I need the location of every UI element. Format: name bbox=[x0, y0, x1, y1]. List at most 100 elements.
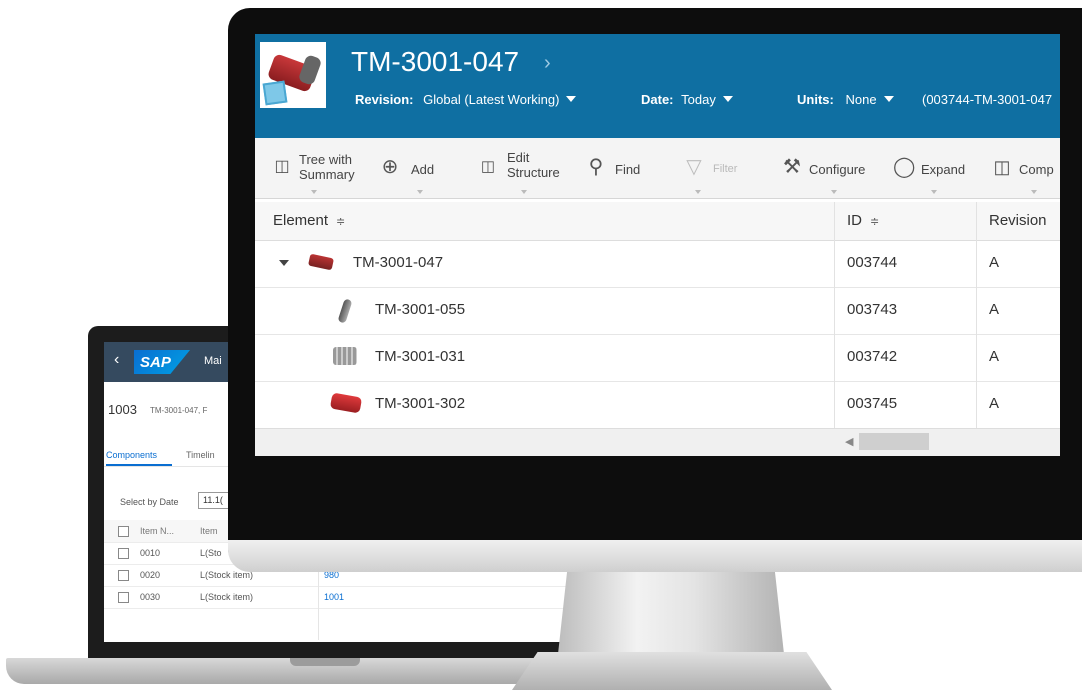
element-name[interactable]: TM-3001-047 bbox=[353, 254, 443, 271]
units-selector[interactable]: Units: None bbox=[797, 92, 894, 107]
expand-icon: ◯ bbox=[893, 156, 916, 178]
units-value: None bbox=[845, 92, 877, 107]
dropdown-indicator-icon bbox=[521, 190, 527, 194]
filter-icon: ▽ bbox=[686, 156, 702, 178]
column-divider bbox=[834, 202, 835, 428]
table-row[interactable]: TM-3001-047 003744 A bbox=[255, 240, 1060, 288]
column-header-element[interactable]: Element ≑ bbox=[273, 212, 345, 229]
tab-timeline[interactable]: Timelin bbox=[186, 450, 215, 460]
column-header-id-label: ID bbox=[847, 212, 862, 229]
scroll-left-icon[interactable]: ◀ bbox=[845, 435, 853, 448]
sort-icon[interactable]: ≑ bbox=[336, 216, 345, 228]
element-revision: A bbox=[989, 348, 1000, 365]
select-all-checkbox[interactable] bbox=[118, 526, 129, 537]
scrollbar-thumb[interactable] bbox=[859, 433, 929, 450]
element-id: 003743 bbox=[847, 301, 898, 318]
caret-down-icon bbox=[883, 96, 894, 102]
configure-icon: ⚒ bbox=[783, 156, 801, 178]
revision-value: Global (Latest Working) bbox=[423, 92, 560, 107]
element-id: 003744 bbox=[847, 254, 898, 271]
element-name[interactable]: TM-3001-055 bbox=[375, 301, 465, 318]
caret-down-icon bbox=[566, 96, 577, 102]
table-row[interactable]: TM-3001-055 003743 A bbox=[255, 287, 1060, 335]
object-title: 1003 bbox=[108, 402, 137, 417]
context-text: (003744-TM-3001-047 bbox=[922, 92, 1053, 107]
tree-summary-line1: Tree with bbox=[299, 152, 352, 167]
motor-cap-image bbox=[297, 54, 323, 86]
cube-icon bbox=[262, 80, 288, 106]
assembly-thumbnail bbox=[260, 42, 326, 108]
revision-selector[interactable]: Revision: Global (Latest Working) bbox=[355, 92, 577, 107]
horizontal-scrollbar[interactable]: ◀ bbox=[255, 428, 1060, 456]
date-label: Date: bbox=[641, 92, 674, 107]
table-row[interactable]: TM-3001-302 003745 A bbox=[255, 381, 1060, 429]
column-header-item[interactable]: Item bbox=[200, 526, 218, 536]
date-value: Today bbox=[681, 92, 716, 107]
row-checkbox[interactable] bbox=[118, 548, 129, 559]
filter-button[interactable]: Filter bbox=[713, 162, 737, 177]
motor-assembly-icon bbox=[308, 253, 334, 271]
object-subtitle: TM-3001-047, F bbox=[150, 406, 208, 415]
expand-button[interactable]: Expand bbox=[921, 162, 965, 177]
dropdown-indicator-icon bbox=[831, 190, 837, 194]
edit-structure-button[interactable]: Edit Structure bbox=[507, 150, 560, 180]
column-header-item-no[interactable]: Item N... bbox=[140, 526, 174, 536]
column-header-revision[interactable]: Revision bbox=[989, 212, 1047, 229]
tree-summary-line2: Summary bbox=[299, 167, 355, 182]
monitor-screen: TM-3001-047 › Revision: Global (Latest W… bbox=[255, 34, 1060, 456]
item-number: 0020 bbox=[140, 570, 161, 580]
monitor-chin bbox=[228, 540, 1082, 572]
expand-toggle-icon[interactable] bbox=[279, 260, 289, 266]
element-name[interactable]: TM-3001-031 bbox=[375, 348, 465, 365]
compare-icon: ◫ bbox=[993, 157, 1011, 177]
tree-summary-button[interactable]: Tree with Summary bbox=[299, 152, 355, 182]
object-header: TM-3001-047 › Revision: Global (Latest W… bbox=[255, 34, 1060, 138]
object-title: TM-3001-047 bbox=[351, 46, 520, 77]
element-revision: A bbox=[989, 254, 1000, 271]
monitor-stand bbox=[512, 652, 832, 690]
tab-components[interactable]: Components bbox=[106, 450, 157, 460]
dropdown-indicator-icon bbox=[311, 190, 317, 194]
app-title: Mai bbox=[204, 355, 222, 367]
shaft-part-icon bbox=[337, 298, 353, 324]
row-checkbox[interactable] bbox=[118, 592, 129, 603]
column-divider bbox=[976, 202, 977, 428]
element-id: 003742 bbox=[847, 348, 898, 365]
caret-down-icon bbox=[722, 96, 733, 102]
chevron-left-icon[interactable]: ‹ bbox=[114, 351, 119, 369]
toolbar: ◫ Tree with Summary ⊕ Add ◫ Edit Structure… bbox=[255, 138, 1060, 199]
sap-logo-text: SAP bbox=[140, 354, 171, 371]
compare-button[interactable]: Comp bbox=[1019, 162, 1054, 177]
sap-logo[interactable]: SAP bbox=[134, 350, 190, 374]
item-number: 0010 bbox=[140, 548, 161, 558]
search-icon: ⚲ bbox=[588, 156, 604, 178]
table-row[interactable]: 0030 L(Stock item) 1001 bbox=[104, 586, 574, 609]
element-revision: A bbox=[989, 301, 1000, 318]
units-label: Units: bbox=[797, 92, 834, 107]
laptop-notch bbox=[290, 658, 360, 666]
add-button[interactable]: Add bbox=[411, 162, 434, 177]
add-circle-icon: ⊕ bbox=[381, 156, 399, 178]
monitor-neck bbox=[558, 572, 784, 654]
revision-label: Revision: bbox=[355, 92, 414, 107]
element-name[interactable]: TM-3001-302 bbox=[375, 395, 465, 412]
housing-part-icon bbox=[333, 347, 357, 365]
chevron-right-icon[interactable]: › bbox=[544, 52, 551, 75]
table-row[interactable]: TM-3001-031 003742 A bbox=[255, 334, 1060, 382]
dropdown-indicator-icon bbox=[695, 190, 701, 194]
find-button[interactable]: Find bbox=[615, 162, 640, 177]
item-category: L(Stock item) bbox=[200, 592, 254, 602]
grid-header-row: Element ≑ ID ≑ Revision bbox=[255, 202, 1060, 241]
sort-icon[interactable]: ≑ bbox=[870, 216, 879, 228]
configure-button[interactable]: Configure bbox=[809, 162, 865, 177]
component-link[interactable]: 1001 bbox=[324, 592, 344, 602]
tree-icon: ◫ bbox=[274, 158, 290, 175]
date-selector[interactable]: Date: Today bbox=[641, 92, 733, 107]
column-header-element-label: Element bbox=[273, 212, 329, 229]
column-header-id[interactable]: ID ≑ bbox=[847, 212, 879, 229]
item-category: L(Sto bbox=[200, 548, 222, 558]
element-id: 003745 bbox=[847, 395, 898, 412]
dropdown-indicator-icon bbox=[931, 190, 937, 194]
select-by-date-label: Select by Date bbox=[120, 497, 179, 507]
row-checkbox[interactable] bbox=[118, 570, 129, 581]
